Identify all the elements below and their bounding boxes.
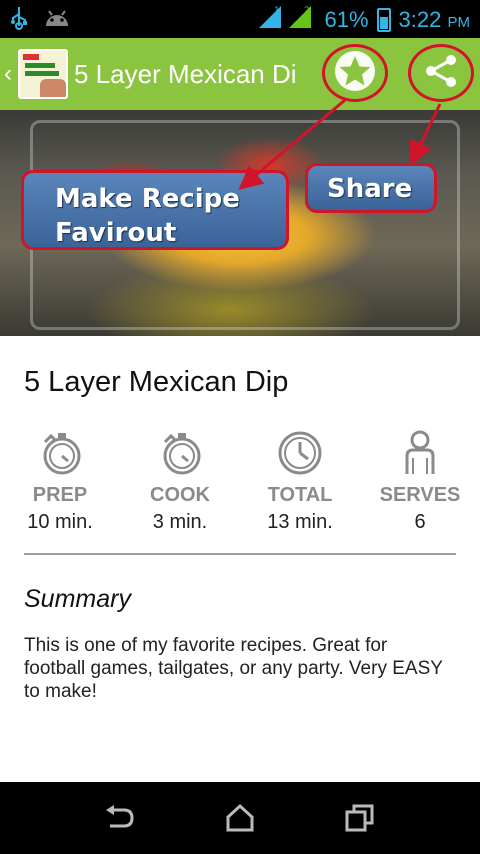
battery-percent: 61%	[324, 7, 369, 32]
svg-text:2: 2	[304, 6, 310, 16]
share-button[interactable]	[408, 44, 474, 102]
up-caret-icon[interactable]: ‹	[4, 60, 12, 88]
person-icon	[405, 430, 435, 474]
stat-value: 3 min.	[152, 511, 208, 533]
star-icon	[333, 49, 377, 98]
app-logo[interactable]	[18, 49, 68, 99]
clock-icon	[278, 431, 322, 475]
favorite-button[interactable]	[322, 44, 388, 102]
android-icon	[44, 8, 70, 33]
usb-icon	[10, 6, 28, 35]
action-bar: ‹ 5 Layer Mexican Dip	[0, 38, 480, 110]
back-icon	[106, 805, 134, 828]
stat-serves: SERVES 6	[360, 428, 480, 534]
favorite-callout: Make Recipe Favirout	[21, 170, 289, 250]
timer-icon	[163, 433, 201, 475]
stat-label: COOK	[150, 484, 210, 506]
clock-time: 3:22	[398, 7, 442, 32]
recipe-stats: PREP 10 min. COOK 3 min. TOTAL 13 min. S…	[0, 428, 480, 533]
recents-icon	[345, 804, 374, 832]
recipe-photo: Make Recipe Favirout Share	[0, 110, 480, 336]
stat-label: SERVES	[379, 484, 461, 506]
recipe-title: 5 Layer Mexican Dip	[24, 366, 289, 398]
recipe-details: 5 Layer Mexican Dip PREP 10 min. COOK 3	[0, 336, 480, 782]
stat-total: TOTAL 13 min.	[240, 428, 360, 534]
battery-icon	[376, 8, 391, 32]
stat-value: 10 min.	[27, 511, 93, 533]
favorite-callout-line1: Make Recipe	[55, 184, 240, 214]
clock: 3:22 PM	[399, 7, 470, 33]
stat-value: 13 min.	[267, 511, 333, 533]
share-callout: Share	[305, 163, 437, 213]
signal-icon: 1 2	[257, 4, 317, 36]
share-icon	[423, 53, 459, 94]
back-button[interactable]	[100, 802, 140, 834]
page-title: 5 Layer Mexican Dip	[74, 59, 296, 89]
timer-icon	[43, 433, 81, 475]
home-button[interactable]	[220, 802, 260, 834]
home-icon	[226, 803, 254, 832]
svg-text:1: 1	[274, 6, 280, 16]
recents-button[interactable]	[340, 802, 380, 834]
summary-heading: Summary	[24, 585, 131, 613]
clock-suffix: PM	[447, 14, 471, 31]
divider	[24, 553, 456, 555]
stat-cook: COOK 3 min.	[120, 428, 240, 534]
navigation-bar	[0, 782, 480, 854]
favorite-callout-line2: Favirout	[55, 218, 177, 248]
stat-label: TOTAL	[267, 484, 333, 506]
stat-prep: PREP 10 min.	[0, 428, 120, 534]
stat-value: 6	[414, 511, 426, 533]
status-bar: 1 2 61% 3:22 PM	[0, 0, 480, 38]
stat-label: PREP	[32, 484, 88, 506]
summary-text: This is one of my favorite recipes. Grea…	[24, 635, 443, 702]
